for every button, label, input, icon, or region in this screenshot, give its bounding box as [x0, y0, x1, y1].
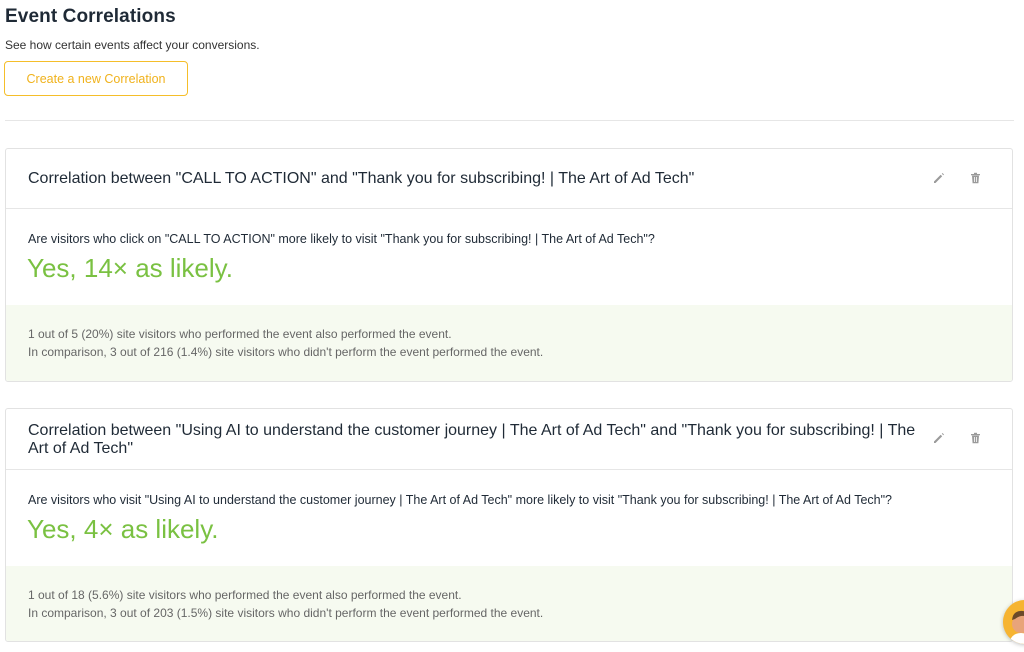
correlation-card: Correlation between "Using AI to underst… — [5, 408, 1013, 642]
card-footer: 1 out of 5 (20%) site visitors who perfo… — [6, 305, 1012, 381]
pencil-icon[interactable] — [932, 171, 946, 185]
correlation-answer: Yes, 14× as likely. — [27, 253, 233, 283]
page-subtitle: See how certain events affect your conve… — [5, 38, 260, 52]
divider — [5, 120, 1014, 121]
create-correlation-button[interactable]: Create a new Correlation — [4, 61, 188, 96]
event-correlations-page: Event Correlations See how certain event… — [0, 0, 1024, 652]
stat-performed: 1 out of 5 (20%) site visitors who perfo… — [28, 327, 452, 341]
correlation-question: Are visitors who click on "CALL TO ACTIO… — [28, 232, 655, 246]
correlation-question: Are visitors who visit "Using AI to unde… — [28, 493, 893, 507]
pencil-icon[interactable] — [932, 431, 946, 445]
page-title: Event Correlations — [5, 6, 176, 27]
correlation-card: Correlation between "CALL TO ACTION" and… — [5, 148, 1013, 382]
card-body: Are visitors who click on "CALL TO ACTIO… — [6, 209, 1012, 381]
correlation-answer: Yes, 4× as likely. — [27, 514, 219, 544]
card-actions — [932, 171, 982, 185]
card-actions — [932, 431, 982, 445]
stat-performed: 1 out of 18 (5.6%) site visitors who per… — [28, 588, 462, 602]
card-header: Correlation between "Using AI to underst… — [6, 409, 1012, 470]
correlation-title: Correlation between "CALL TO ACTION" and… — [28, 170, 695, 187]
stat-comparison: In comparison, 3 out of 216 (1.4%) site … — [28, 345, 544, 359]
card-header: Correlation between "CALL TO ACTION" and… — [6, 149, 1012, 209]
card-footer: 1 out of 18 (5.6%) site visitors who per… — [6, 566, 1012, 641]
trash-icon[interactable] — [968, 431, 982, 445]
correlation-title: Correlation between "Using AI to underst… — [28, 422, 916, 457]
stat-comparison: In comparison, 3 out of 203 (1.5%) site … — [28, 606, 544, 620]
trash-icon[interactable] — [968, 171, 982, 185]
card-body: Are visitors who visit "Using AI to unde… — [6, 470, 1012, 641]
